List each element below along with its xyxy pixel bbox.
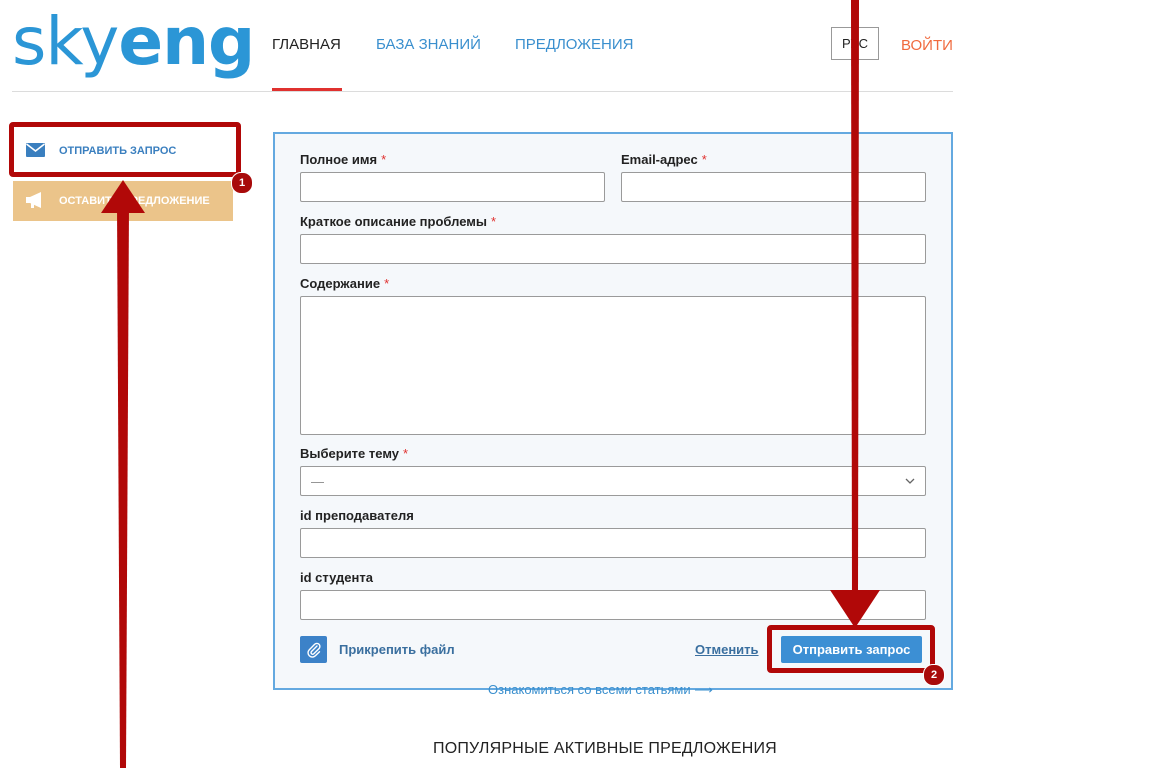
email-field[interactable]: [621, 172, 926, 202]
all-articles-link[interactable]: Ознакомиться со всеми статьями ⟶: [488, 682, 713, 698]
logo-text-sky: sky: [12, 3, 119, 80]
megaphone-icon: [26, 191, 45, 211]
full-name-label: Полное имя *: [300, 152, 387, 167]
topic-select[interactable]: —: [300, 466, 926, 496]
content-label: Содержание *: [300, 276, 390, 291]
chevron-down-icon: [905, 474, 915, 489]
leave-suggestion-label: ОСТАВИТЬ ПРЕДЛОЖЕНИЕ: [59, 195, 210, 207]
logo-text-eng: eng: [118, 3, 255, 80]
popular-suggestions-heading: ПОПУЛЯРНЫЕ АКТИВНЫЕ ПРЕДЛОЖЕНИЯ: [433, 740, 777, 757]
subject-field[interactable]: [300, 234, 926, 264]
annotation-arrow-up: [101, 180, 145, 768]
annotation-box-2: [767, 625, 935, 673]
paperclip-icon[interactable]: [300, 636, 327, 663]
student-id-field[interactable]: [300, 590, 926, 620]
student-id-label: id студента: [300, 570, 373, 585]
leave-suggestion-button[interactable]: ОСТАВИТЬ ПРЕДЛОЖЕНИЕ: [13, 181, 233, 221]
annotation-box-1: [9, 122, 241, 177]
subject-label: Краткое описание проблемы *: [300, 214, 497, 229]
cancel-link[interactable]: Отменить: [695, 642, 759, 657]
attach-file-link[interactable]: Прикрепить файл: [339, 642, 455, 657]
content-textarea[interactable]: [300, 296, 926, 435]
email-label: Email-адрес *: [621, 152, 707, 167]
teacher-id-field[interactable]: [300, 528, 926, 558]
nav-suggestions[interactable]: ПРЕДЛОЖЕНИЯ: [515, 36, 633, 53]
teacher-id-label: id преподавателя: [300, 508, 414, 523]
topic-label: Выберите тему *: [300, 446, 409, 461]
language-button[interactable]: РУС: [831, 27, 879, 60]
skyeng-logo[interactable]: skyeng: [12, 2, 255, 82]
login-link[interactable]: ВОЙТИ: [901, 37, 953, 54]
header-divider: [12, 91, 953, 92]
nav-knowledge-base[interactable]: БАЗА ЗНАНИЙ: [376, 36, 481, 53]
full-name-field[interactable]: [300, 172, 605, 202]
annotation-badge-1: 1: [231, 172, 253, 194]
annotation-badge-2: 2: [923, 664, 945, 686]
topic-selected-value: —: [311, 473, 324, 489]
nav-home[interactable]: ГЛАВНАЯ: [272, 36, 341, 53]
